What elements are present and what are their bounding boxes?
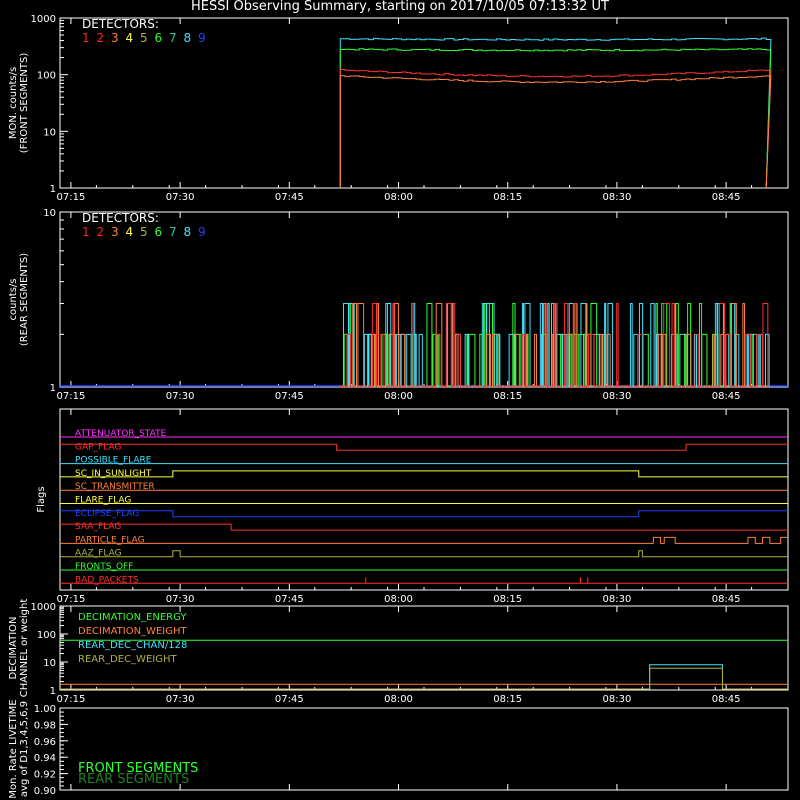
livetime-ytick-label: 1.00: [34, 704, 56, 715]
decimation-xtick-label: 07:30: [166, 694, 195, 705]
front-ytick-label: 1: [50, 184, 56, 195]
rear-legend-digit: 6: [155, 225, 163, 239]
rear-ytick-label: 1: [50, 383, 56, 394]
rear-xtick-label: 07:45: [275, 391, 304, 402]
decimation-ytick-label: 100: [37, 630, 56, 641]
flag-line: [60, 523, 788, 531]
rear-xtick-label: 07:30: [166, 391, 195, 402]
decimation-ytick-label: 1: [50, 686, 56, 697]
rear-legend-digit: 7: [169, 225, 177, 239]
rear-legend-digit: 8: [184, 225, 192, 239]
rear-legend-digit: 9: [198, 225, 206, 239]
flags-xtick-label: 08:45: [712, 594, 741, 605]
decimation-ylabel-2: CHANNEL or weight: [19, 599, 30, 698]
decimation-ylabel: DECIMATION: [8, 616, 19, 679]
flags-xtick-label: 08:15: [493, 594, 522, 605]
decimation-ytick-label: 10: [43, 658, 56, 669]
front-ytick-label: 100: [37, 71, 56, 82]
front-legend-title: DETECTORS:: [82, 17, 159, 31]
front-series-det-6: [339, 48, 772, 189]
decimation-xtick-label: 07:15: [57, 694, 86, 705]
rear-xtick-label: 08:15: [493, 391, 522, 402]
flag-line: [60, 470, 788, 478]
front-legend-digit: 9: [198, 31, 206, 45]
decimation-xtick-label: 08:45: [712, 694, 741, 705]
flags-frame: [59, 408, 789, 591]
livetime-ytick-label: 0.94: [34, 753, 56, 764]
front-xtick-label: 07:15: [57, 192, 86, 203]
rear-legend-digit: 1: [82, 225, 90, 239]
livetime-ytick-label: 0.90: [34, 786, 56, 797]
livetime-ytick-label: 0.96: [34, 737, 56, 748]
rear-xtick-label: 08:30: [603, 391, 632, 402]
livetime-ylabel: Mon. Rate LIVETIME: [8, 699, 19, 798]
front-xtick-label: 07:45: [275, 192, 304, 203]
front-legend-digit: 4: [126, 31, 134, 45]
livetime-legend-item: REAR SEGMENTS: [78, 772, 189, 787]
flags-xtick-label: 08:30: [603, 594, 632, 605]
rear-xtick-label: 08:45: [712, 391, 741, 402]
rear-legend-digit: 2: [97, 225, 105, 239]
flag-line: [60, 510, 788, 518]
front-series-det-8: [339, 37, 772, 189]
decimation-legend-item: REAR_DEC_WEIGHT: [78, 654, 177, 665]
rear-xtick-label: 08:00: [384, 391, 413, 402]
front-xtick-label: 07:30: [166, 192, 195, 203]
front-xtick-label: 08:30: [603, 192, 632, 203]
front-xtick-label: 08:00: [384, 192, 413, 203]
rear-ytick-label: 10: [43, 208, 56, 219]
front-series-det-3: [339, 75, 772, 189]
rear-ylabel-2: (REAR SEGMENTS): [19, 253, 30, 346]
flags-xtick-label: 07:15: [57, 594, 86, 605]
decimation-legend-item: DECIMATION_ENERGY: [78, 612, 187, 623]
flag-line: [60, 550, 788, 558]
rear-xtick-label: 07:15: [57, 391, 86, 402]
front-legend-digit: 6: [155, 31, 163, 45]
decimation-ytick-label: 1000: [31, 602, 56, 613]
decimation-legend-item: DECIMATION_WEIGHT: [78, 626, 187, 637]
livetime-ytick-label: 0.98: [34, 720, 56, 731]
flag-line: [60, 443, 788, 451]
livetime-ytick-label: 0.92: [34, 770, 56, 781]
rear-legend-digit: 5: [140, 225, 148, 239]
livetime-ylabel-2: avg of D1,3,4,5,6,9: [19, 701, 30, 797]
decimation-xtick-label: 08:15: [493, 694, 522, 705]
rear-ylabel: counts/s: [8, 278, 19, 320]
hessi-summary: HESSI Observing Summary, starting on 201…: [0, 0, 800, 800]
rear-legend-title: DETECTORS:: [82, 211, 159, 225]
rear-legend-digit: 3: [111, 225, 119, 239]
decimation-xtick-label: 07:45: [275, 694, 304, 705]
front-ylabel: MON. counts/s: [8, 67, 19, 139]
front-ytick-label: 10: [43, 127, 56, 138]
flags-ylabel: Flags: [36, 486, 47, 512]
flag-line: [60, 536, 788, 544]
decimation-legend-item: REAR_DEC_CHAN/128: [78, 640, 187, 651]
front-xtick-label: 08:45: [712, 192, 741, 203]
flags-xtick-label: 08:00: [384, 594, 413, 605]
plot-canvas: 07:15 07:30 07:45 08:00 08:15 08:30 08:4511010…: [8, 14, 789, 799]
rear-legend-digit: 4: [126, 225, 134, 239]
front-legend-digit: 8: [184, 31, 192, 45]
front-series-det-1: [339, 68, 772, 189]
rear-series: [339, 303, 768, 387]
front-legend-digit: 2: [97, 31, 105, 45]
front-ylabel-2: (FRONT SEGMENTS): [19, 53, 30, 154]
front-xtick-label: 08:15: [493, 192, 522, 203]
decimation-xtick-label: 08:30: [603, 694, 632, 705]
front-ytick-label: 1000: [31, 14, 56, 25]
flags-xtick-label: 07:45: [275, 594, 304, 605]
front-legend-digit: 3: [111, 31, 119, 45]
front-legend-digit: 7: [169, 31, 177, 45]
front-legend-digit: 1: [82, 31, 90, 45]
front-legend-digit: 5: [140, 31, 148, 45]
decimation-series: [60, 667, 788, 690]
decimation-xtick-label: 08:00: [384, 694, 413, 705]
flags-xtick-label: 07:30: [166, 594, 195, 605]
